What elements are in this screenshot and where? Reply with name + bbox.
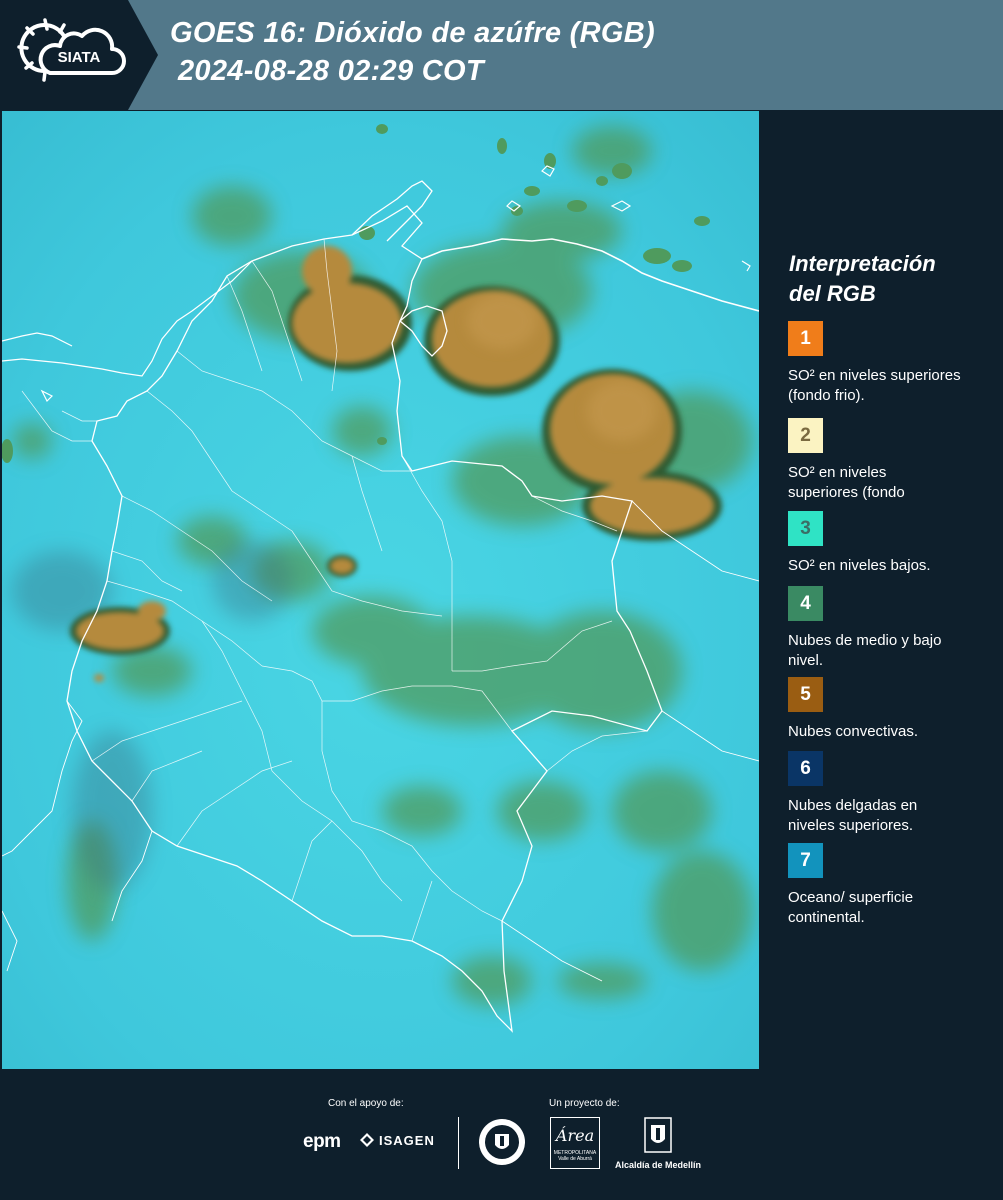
epm-logo: epm <box>303 1131 341 1152</box>
satellite-map <box>2 111 759 1069</box>
footer: Con el apoyo de: Un proyecto de: epm ISA… <box>0 1069 1003 1200</box>
title-line-2: 2024-08-28 02:29 COT <box>178 55 484 87</box>
legend-swatch-3: 3 <box>788 511 823 546</box>
legend-item-3: 3 SO² en niveles bajos. <box>788 511 998 576</box>
legend-title-line-2: del RGB <box>789 281 876 306</box>
siata-logo: SIATA <box>0 0 158 110</box>
isagen-logo: ISAGEN <box>358 1131 435 1149</box>
alcaldia-logo: Alcaldía de Medellín <box>612 1117 704 1170</box>
area-logo-name: Área <box>555 1126 595 1145</box>
page-title: GOES 16: Dióxido de azúfre (RGB) 2024-08… <box>170 14 655 90</box>
legend-item-6: 6 Nubes delgadas en niveles superiores. <box>788 751 998 836</box>
legend-text-7: Oceano/ superficie continental. <box>788 889 914 926</box>
legend-item-4: 4 Nubes de medio y bajo nivel. <box>788 586 998 671</box>
legend-swatch-7: 7 <box>788 843 823 878</box>
legend-text-1: SO² en niveles superiores (fondo frio). <box>788 367 961 404</box>
project-label: Un proyecto de: <box>549 1098 620 1109</box>
isagen-icon <box>358 1131 376 1149</box>
legend-text-6: Nubes delgadas en niveles superiores. <box>788 797 918 834</box>
legend-swatch-6: 6 <box>788 751 823 786</box>
legend-title-line-1: Interpretación <box>789 251 936 276</box>
medellin-seal-logo <box>477 1117 527 1172</box>
isagen-text: ISAGEN <box>379 1132 435 1148</box>
alcaldia-text: Alcaldía de Medellín <box>614 1160 702 1170</box>
legend-swatch-4: 4 <box>788 586 823 621</box>
legend-item-1: 1 SO² en niveles superiores (fondo frio)… <box>788 321 998 406</box>
legend-text-4: Nubes de medio y bajo nivel. <box>788 632 942 669</box>
footer-divider <box>458 1117 459 1169</box>
legend-text-5: Nubes convectivas. <box>788 723 919 740</box>
area-logo-sub2: Valle de Aburrá <box>558 1156 592 1162</box>
legend-item-2: 2 SO² en niveles superiores (fondo calid… <box>788 418 998 503</box>
title-line-1: GOES 16: Dióxido de azúfre (RGB) <box>170 17 655 49</box>
area-metropolitana-logo: Área METROPOLITANA Valle de Aburrá <box>550 1117 600 1169</box>
legend-swatch-2: 2 <box>788 418 823 453</box>
siata-logo-text: SIATA <box>58 49 101 66</box>
legend-swatch-1: 1 <box>788 321 823 356</box>
legend-item-5: 5 Nubes convectivas. <box>788 677 998 742</box>
legend-text-2: SO² en niveles superiores (fondo calido)… <box>788 464 905 501</box>
support-label: Con el apoyo de: <box>328 1098 404 1109</box>
legend-item-7: 7 Oceano/ superficie continental. <box>788 843 998 928</box>
legend-swatch-5: 5 <box>788 677 823 712</box>
legend-title: Interpretación del RGB <box>789 249 936 309</box>
legend-text-3: SO² en niveles bajos. <box>788 557 931 574</box>
legend-panel: Interpretación del RGB 1 SO² en niveles … <box>760 111 1003 1069</box>
header-bar: SIATA GOES 16: Dióxido de azúfre (RGB) 2… <box>0 0 1003 110</box>
alcaldia-crest-icon <box>644 1117 672 1153</box>
